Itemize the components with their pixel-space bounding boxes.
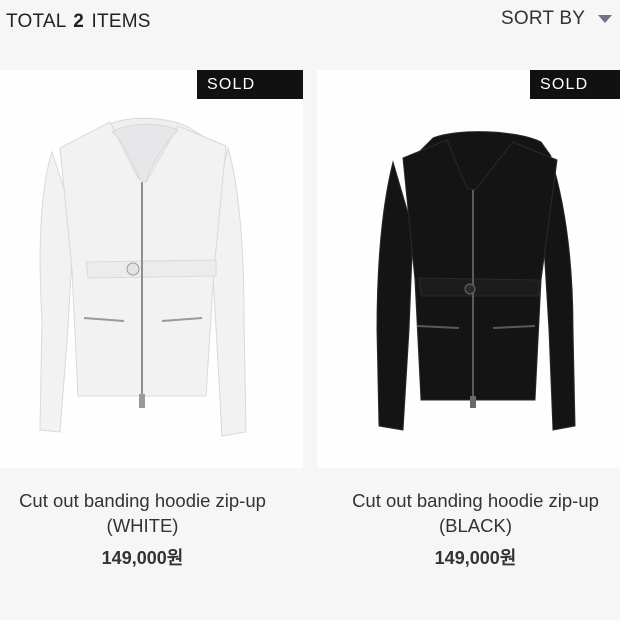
product-name-line1: Cut out banding hoodie zip-up [352,490,599,511]
product-name-line2: (WHITE) [106,515,179,536]
sold-out-badge: SOLD OUT [197,70,303,122]
product-card-white[interactable]: SOLD OUT [0,70,303,468]
total-prefix: TOTAL [6,11,66,32]
product-name-line1: Cut out banding hoodie zip-up [19,490,266,511]
product-name-black[interactable]: Cut out banding hoodie zip-up (BLACK) [324,488,620,538]
product-name-line2: (BLACK) [439,515,512,536]
listing-toolbar: TOTAL 2 ITEMS SORT BY [0,0,620,48]
chevron-down-icon [598,15,612,23]
total-suffix: ITEMS [91,11,151,32]
product-image-white[interactable] [0,70,303,468]
product-name-white[interactable]: Cut out banding hoodie zip-up (WHITE) [0,488,294,538]
product-price-black: 149,000원 [434,548,517,568]
total-count: 2 [73,11,85,32]
item-count: TOTAL 2 ITEMS [6,11,151,33]
product-price-white: 149,000원 [101,548,184,568]
product-card-black[interactable]: SOLD OUT [317,70,620,468]
product-image-black[interactable] [317,70,620,468]
sold-out-badge: SOLD OUT [530,70,620,122]
sort-by-label: SORT BY [501,8,586,29]
sort-by-dropdown[interactable]: SORT BY [501,8,612,30]
